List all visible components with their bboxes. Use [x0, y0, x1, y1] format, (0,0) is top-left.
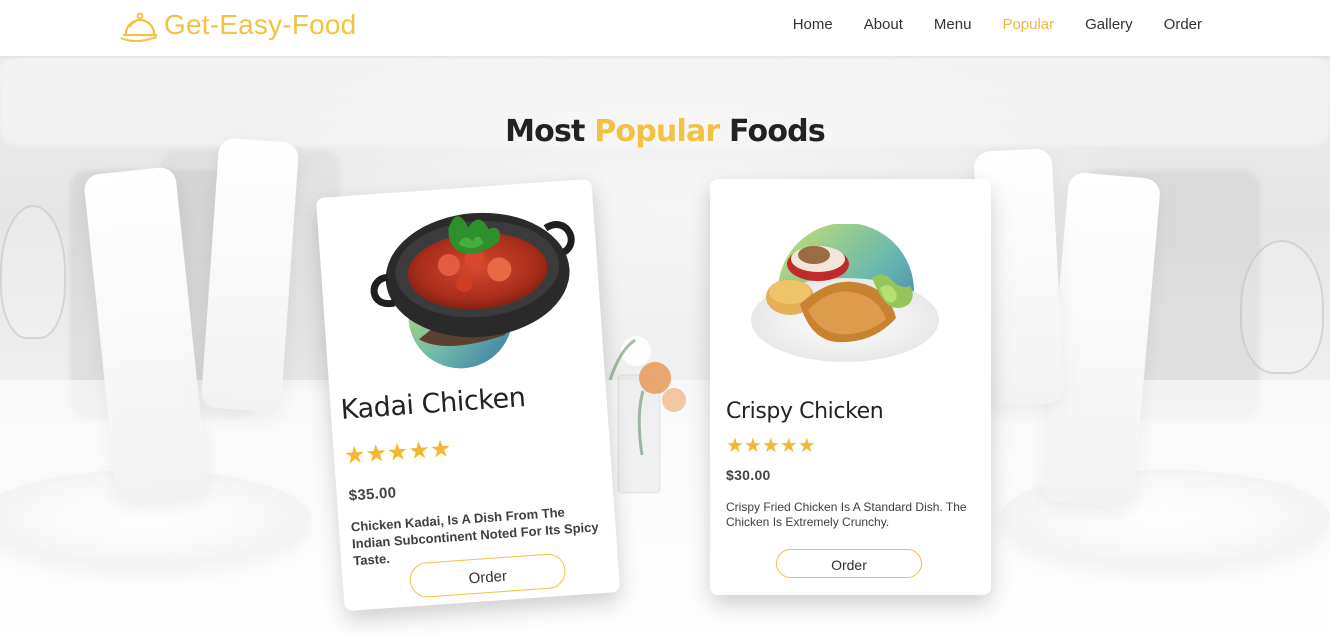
nav-about[interactable]: About — [864, 16, 903, 33]
price-label: $35.00 — [348, 484, 397, 505]
card-title: Kadai Chicken — [339, 382, 527, 426]
cloche-logo-icon — [120, 12, 158, 43]
nav-gallery[interactable]: Gallery — [1085, 16, 1133, 33]
title-suffix: Foods — [729, 114, 826, 149]
nav-home[interactable]: Home — [793, 16, 833, 33]
food-description: Crispy Fried Chicken Is A Standard Dish.… — [726, 500, 967, 529]
brand-logo[interactable]: Get-Easy-Food — [118, 4, 356, 46]
page: Get-Easy-Food Home About Menu Popular Ga… — [0, 0, 1330, 635]
flower-vase-decoration — [608, 336, 686, 494]
nav-popular[interactable]: Popular — [1002, 16, 1054, 33]
wine-glass-right — [1240, 240, 1324, 374]
rating-stars: ★★★★★ — [726, 435, 816, 457]
kadai-chicken-dish-icon — [370, 212, 575, 369]
popular-foods-title: Most Popular Foods — [0, 114, 1330, 149]
card-title: Crispy Chicken — [726, 399, 884, 424]
wine-glass-left — [0, 205, 66, 339]
food-card-kadai-chicken: Kadai Chicken ★★★★★ $35.00 Chicken Kadai… — [315, 178, 621, 612]
price-label: $30.00 — [726, 467, 771, 483]
rating-stars: ★★★★★ — [343, 435, 453, 470]
crispy-chicken-plate-icon — [751, 224, 939, 362]
top-header: Get-Easy-Food Home About Menu Popular Ga… — [0, 0, 1330, 56]
main-navigation: Home About Menu Popular Gallery Order — [793, 0, 1202, 48]
brand-name: Get-Easy-Food — [164, 9, 357, 40]
food-card-crispy-chicken: Crispy Chicken ★★★★★ $30.00 Crispy Fried… — [710, 179, 991, 595]
title-prefix: Most — [505, 114, 585, 149]
nav-order[interactable]: Order — [1164, 16, 1202, 33]
title-accent: Popular — [594, 114, 720, 149]
nav-menu[interactable]: Menu — [934, 16, 972, 33]
order-button[interactable]: Order — [776, 549, 922, 578]
